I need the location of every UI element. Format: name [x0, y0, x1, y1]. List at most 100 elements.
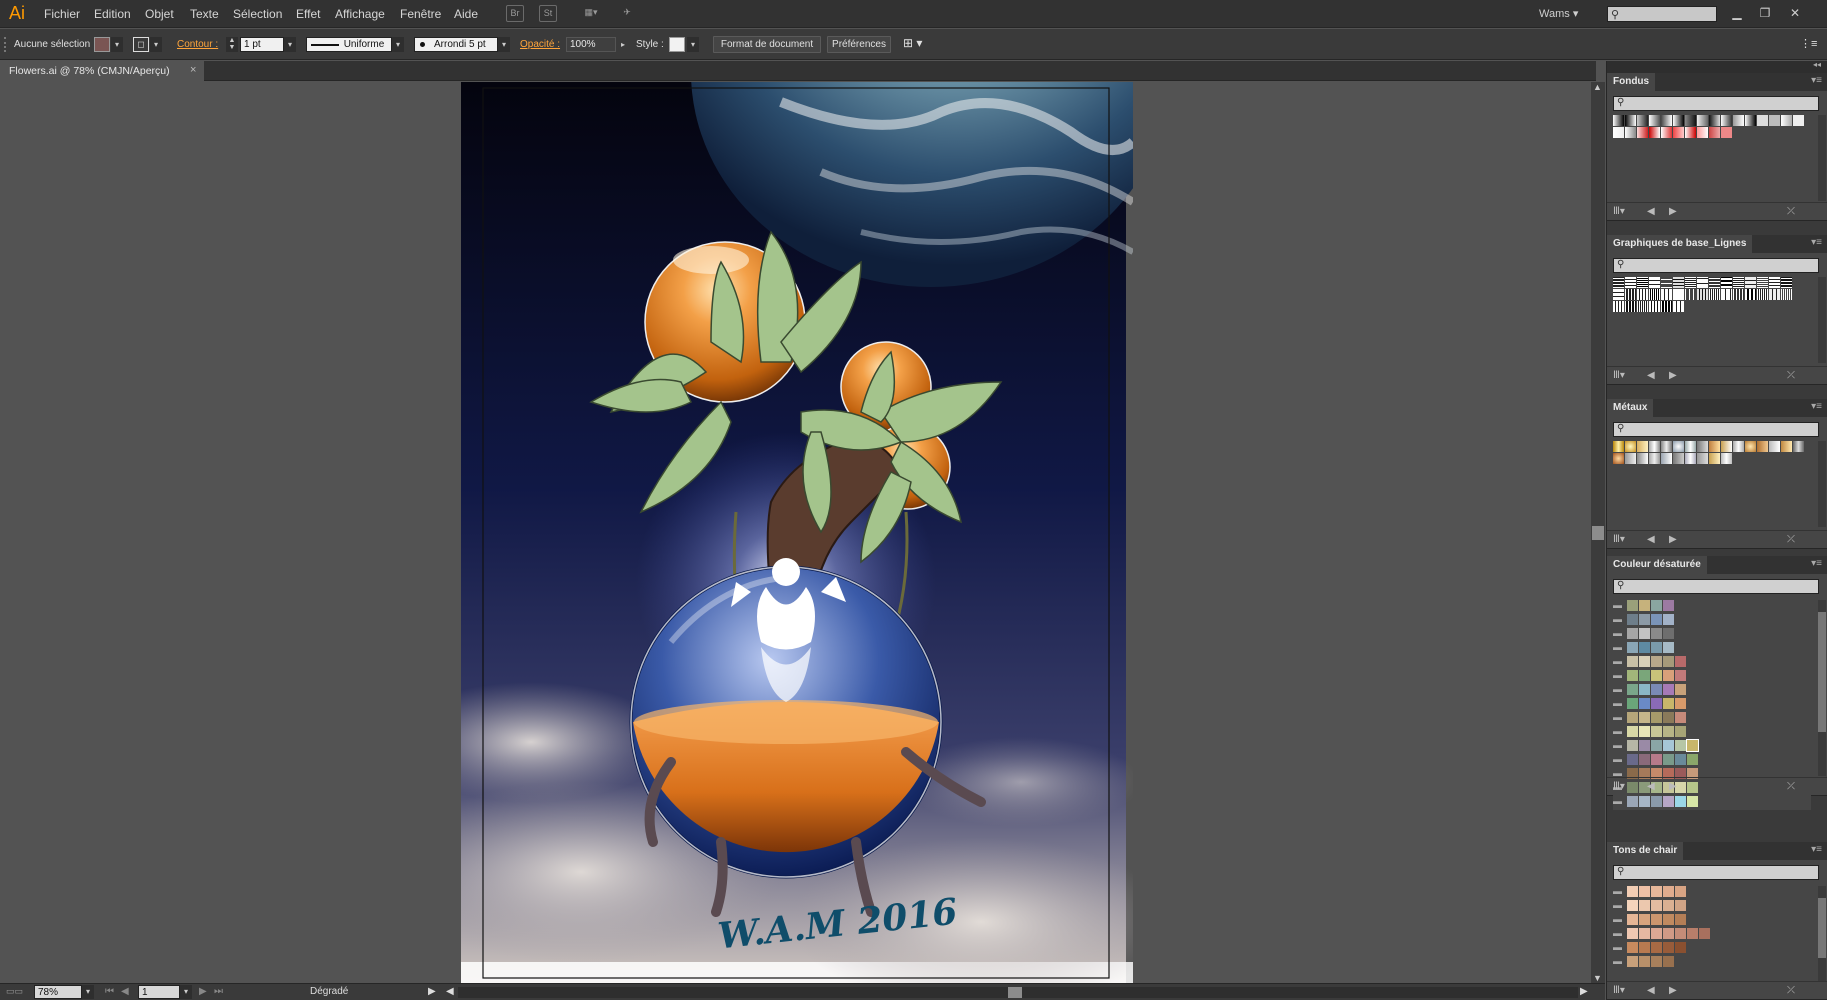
style-swatch[interactable]: [669, 37, 685, 52]
panel-title[interactable]: Graphiques de base_Lignes: [1607, 235, 1753, 253]
collapse-dock-icon[interactable]: ◂◂: [1813, 60, 1821, 69]
preferences-button[interactable]: Préférences: [827, 36, 891, 53]
swatch-group-row[interactable]: ▬: [1613, 684, 1811, 695]
swatch-group-row[interactable]: ▬: [1613, 712, 1811, 723]
panel-scroll-thumb[interactable]: [1818, 898, 1826, 958]
library-menu-icon[interactable]: Ⅲ▾: [1613, 370, 1625, 381]
panel-scrollbar[interactable]: [1818, 441, 1826, 527]
swatch-group-row[interactable]: ▬: [1613, 900, 1811, 911]
close-library-icon[interactable]: ⤫: [1787, 985, 1795, 996]
panel-title[interactable]: Fondus: [1607, 73, 1656, 91]
stock-icon[interactable]: St: [539, 5, 557, 22]
zoom-dropdown-icon[interactable]: ▾: [82, 985, 94, 999]
brush-dropdown-icon[interactable]: ▾: [498, 37, 510, 52]
panel-search-input[interactable]: ⚲: [1613, 865, 1819, 880]
swatch-group-row[interactable]: ▬: [1613, 614, 1811, 625]
bridge-icon[interactable]: Br: [506, 5, 524, 22]
stroke-swatch[interactable]: ◻: [133, 37, 149, 52]
artboard-dropdown-icon[interactable]: ▾: [180, 985, 192, 999]
screen-mode-icon[interactable]: ▭▭: [6, 986, 23, 997]
scroll-up-icon[interactable]: ▲: [1593, 82, 1602, 92]
panel-menu-icon[interactable]: ▾≡: [1811, 75, 1822, 86]
swatch-group-row[interactable]: ▬: [1613, 886, 1811, 897]
panel-search-input[interactable]: ⚲: [1613, 96, 1819, 111]
swatch-group-row[interactable]: ▬: [1613, 642, 1811, 653]
stroke-weight-dropdown-icon[interactable]: ▾: [284, 37, 296, 52]
menu-texte[interactable]: Texte: [190, 7, 219, 21]
next-library-icon[interactable]: ▶: [1669, 534, 1677, 545]
stroke-profile-dropdown-icon[interactable]: ▾: [392, 37, 404, 52]
restore-icon[interactable]: ❐: [1754, 4, 1776, 22]
help-search-input[interactable]: ⚲: [1607, 6, 1717, 22]
horizontal-scroll-thumb[interactable]: [1008, 987, 1022, 998]
swatch-group-row[interactable]: ▬: [1613, 726, 1811, 737]
swatch-group-row[interactable]: ▬: [1613, 796, 1811, 807]
fill-dropdown-icon[interactable]: ▾: [111, 37, 123, 52]
previous-library-icon[interactable]: ◀: [1647, 206, 1655, 217]
fill-swatch[interactable]: [94, 37, 110, 52]
panel-scrollbar[interactable]: [1818, 115, 1826, 201]
opacity-slider-arrow-icon[interactable]: ▸: [617, 37, 629, 52]
panel-title[interactable]: Couleur désaturée: [1607, 556, 1707, 574]
library-menu-icon[interactable]: Ⅲ▾: [1613, 534, 1625, 545]
panel-scrollbar[interactable]: [1818, 277, 1826, 363]
status-menu-arrow-icon[interactable]: ▶: [428, 986, 436, 997]
next-library-icon[interactable]: ▶: [1669, 781, 1677, 792]
library-menu-icon[interactable]: Ⅲ▾: [1613, 781, 1625, 792]
panel-menu-icon[interactable]: ▾≡: [1811, 558, 1822, 569]
close-icon[interactable]: ✕: [1784, 4, 1806, 22]
close-library-icon[interactable]: ⤫: [1787, 781, 1795, 792]
close-library-icon[interactable]: ⤫: [1787, 206, 1795, 217]
previous-artboard-icon[interactable]: ◀: [121, 986, 129, 997]
panel-scrollbar[interactable]: [1818, 600, 1826, 776]
minimize-icon[interactable]: ▁: [1726, 4, 1748, 22]
vertical-scroll-thumb[interactable]: [1592, 526, 1604, 540]
library-menu-icon[interactable]: Ⅲ▾: [1613, 985, 1625, 996]
next-artboard-icon[interactable]: ▶: [199, 986, 207, 997]
align-options-icon[interactable]: ⊞ ▾: [903, 36, 922, 50]
scroll-right-icon[interactable]: ▶: [1580, 986, 1588, 997]
swatch-group-row[interactable]: ▬: [1613, 914, 1811, 925]
stroke-dropdown-icon[interactable]: ▾: [150, 37, 162, 52]
scroll-left-icon[interactable]: ◀: [446, 986, 454, 997]
brush-select[interactable]: Arrondi 5 pt: [414, 37, 498, 52]
previous-library-icon[interactable]: ◀: [1647, 781, 1655, 792]
style-dropdown-icon[interactable]: ▾: [687, 37, 699, 52]
stroke-weight-field[interactable]: 1 pt: [240, 37, 284, 52]
workspace-switcher[interactable]: Wams ▾: [1539, 7, 1578, 20]
panel-search-input[interactable]: ⚲: [1613, 422, 1819, 437]
artboard-field[interactable]: 1: [138, 985, 180, 999]
previous-library-icon[interactable]: ◀: [1647, 534, 1655, 545]
menu-affichage[interactable]: Affichage: [335, 7, 385, 21]
stroke-stepper[interactable]: ▲ ▼: [226, 37, 238, 52]
horizontal-scroll-track[interactable]: [458, 987, 1578, 998]
zoom-field[interactable]: 78%: [34, 985, 82, 999]
swatch-group-row[interactable]: ▬: [1613, 600, 1811, 611]
opacity-field[interactable]: 100%: [566, 37, 616, 52]
close-tab-icon[interactable]: ×: [190, 64, 196, 76]
menu-aide[interactable]: Aide: [454, 7, 478, 21]
panel-menu-icon[interactable]: ▾≡: [1811, 237, 1822, 248]
panel-search-input[interactable]: ⚲: [1613, 258, 1819, 273]
menu-fichier[interactable]: Fichier: [44, 7, 80, 21]
panel-scrollbar[interactable]: [1818, 886, 1826, 982]
menu-edition[interactable]: Edition: [94, 7, 131, 21]
library-menu-icon[interactable]: Ⅲ▾: [1613, 206, 1625, 217]
control-panel-menu-icon[interactable]: ⋮≡: [1800, 37, 1817, 50]
scroll-down-icon[interactable]: ▼: [1593, 973, 1602, 983]
menu-fenetre[interactable]: Fenêtre: [400, 7, 441, 21]
swatch-group-row[interactable]: ▬: [1613, 656, 1811, 667]
close-library-icon[interactable]: ⤫: [1787, 534, 1795, 545]
stroke-label[interactable]: Contour :: [177, 39, 218, 50]
next-library-icon[interactable]: ▶: [1669, 206, 1677, 217]
swatch-group-row[interactable]: ▬: [1613, 628, 1811, 639]
first-artboard-icon[interactable]: ⏮: [105, 986, 114, 997]
swatch-group-row[interactable]: ▬: [1613, 698, 1811, 709]
panel-title[interactable]: Tons de chair: [1607, 842, 1684, 860]
gpu-performance-icon[interactable]: ✈: [618, 5, 636, 22]
next-library-icon[interactable]: ▶: [1669, 370, 1677, 381]
panel-scroll-thumb[interactable]: [1818, 612, 1826, 732]
previous-library-icon[interactable]: ◀: [1647, 985, 1655, 996]
opacity-label[interactable]: Opacité :: [520, 39, 560, 50]
menu-effet[interactable]: Effet: [296, 7, 320, 21]
